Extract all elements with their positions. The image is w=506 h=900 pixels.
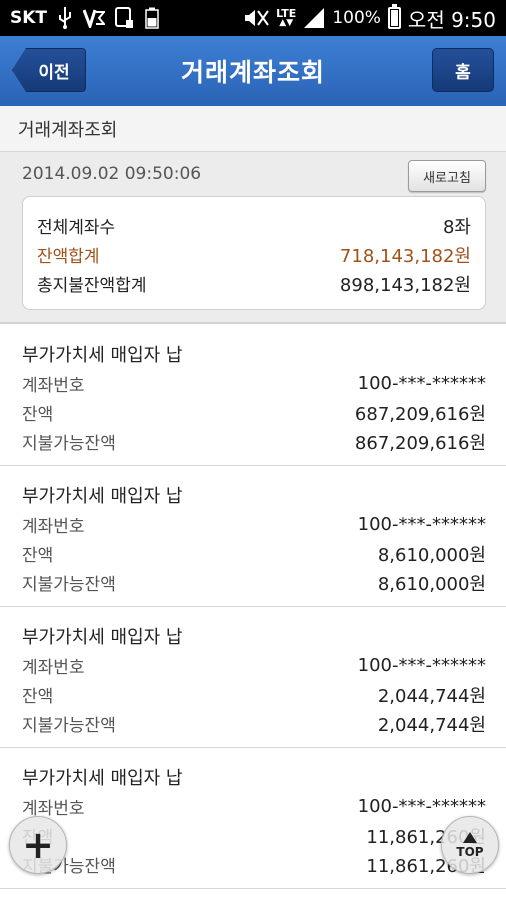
page-title: 거래계좌조회: [180, 58, 325, 87]
account-item[interactable]: 부가가치세 매입자 납 계좌번호100-***-****** 잔액11,861,…: [0, 748, 506, 889]
available-label: 지불가능잔액: [22, 434, 116, 454]
home-button[interactable]: 홈: [432, 48, 494, 92]
arrow-up-icon: [463, 831, 477, 843]
inquiry-datetime: 2014.09.02 09:50:06: [22, 164, 202, 184]
available-value: 2,044,744원: [377, 714, 486, 736]
battery-percent: 100%: [332, 8, 381, 28]
balance-label: 잔액: [22, 405, 54, 425]
mute-icon: [243, 7, 269, 29]
account-no-label: 계좌번호: [22, 517, 85, 537]
summary-value: 8좌: [442, 216, 471, 238]
refresh-button[interactable]: 새로고침: [408, 160, 486, 192]
back-button[interactable]: 이전: [12, 48, 86, 92]
summary-panel: 2014.09.02 09:50:06 새로고침 전체계좌수 8좌 잔액합계 7…: [0, 152, 506, 324]
summary-value: 718,143,182원: [339, 245, 471, 267]
battery-icon: [387, 4, 401, 29]
balance-value: 687,209,616원: [354, 403, 486, 425]
account-name: 부가가치세 매입자 납: [22, 345, 183, 366]
available-label: 지불가능잔액: [22, 716, 116, 736]
summary-label: 총지불잔액합계: [37, 276, 147, 296]
app-header: 이전 거래계좌조회 홈: [0, 36, 506, 106]
account-item[interactable]: 부가가치세 매입자 납 계좌번호 100-***-****** 잔액 687,209…: [0, 325, 506, 466]
account-no-label: 계좌번호: [22, 658, 85, 678]
v3-icon: [83, 8, 106, 28]
account-name: 부가가치세 매입자 납: [22, 486, 183, 507]
account-no: 100-***-******: [357, 796, 486, 817]
available-value: 867,209,616원: [354, 432, 486, 454]
lte-icon: LTE ▲▼: [276, 7, 297, 28]
summary-box: 전체계좌수 8좌 잔액합계 718,143,182원 총지불잔액합계 898,1…: [22, 196, 486, 310]
signal-icon: [303, 7, 325, 29]
top-label: TOP: [456, 844, 484, 859]
carrier-label: SKT: [10, 8, 48, 28]
account-no-label: 계좌번호: [22, 376, 85, 396]
summary-row-available-total: 총지불잔액합계 898,143,182원: [37, 269, 471, 298]
account-no: 100-***-******: [357, 373, 486, 394]
clock: 오전 9:50: [407, 7, 496, 32]
summary-row-balance-total: 잔액합계 718,143,182원: [37, 240, 471, 269]
account-no-label: 계좌번호: [22, 799, 85, 819]
section-title: 거래계좌조회: [0, 106, 506, 152]
account-name: 부가가치세 매입자 납: [22, 768, 183, 789]
account-no: 100-***-******: [357, 655, 486, 676]
account-no: 100-***-******: [357, 514, 486, 535]
balance-value: 2,044,744원: [377, 685, 486, 707]
available-value: 8,610,000원: [377, 573, 486, 595]
add-button[interactable]: +: [9, 816, 67, 874]
balance-value: 8,610,000원: [377, 544, 486, 566]
balance-label: 잔액: [22, 687, 54, 707]
account-name: 부가가치세 매입자 납: [22, 627, 183, 648]
summary-value: 898,143,182원: [339, 274, 471, 296]
usb-icon: [57, 7, 73, 29]
account-list: 부가가치세 매입자 납 계좌번호 100-***-****** 잔액 687,209…: [0, 325, 506, 889]
screen-icon: [115, 7, 135, 29]
scroll-top-button[interactable]: TOP: [441, 816, 499, 874]
battery-small-icon: [145, 7, 159, 29]
balance-label: 잔액: [22, 546, 54, 566]
account-item[interactable]: 부가가치세 매입자 납 계좌번호 100-***-****** 잔액 8,610,0…: [0, 466, 506, 607]
plus-icon: +: [22, 823, 54, 867]
summary-row-account-count: 전체계좌수 8좌: [37, 211, 471, 240]
available-label: 지불가능잔액: [22, 575, 116, 595]
summary-label: 잔액합계: [37, 247, 100, 267]
summary-label: 전체계좌수: [37, 218, 116, 238]
account-item[interactable]: 부가가치세 매입자 납 계좌번호 100-***-****** 잔액 2,044,7…: [0, 607, 506, 748]
status-bar: SKT LTE ▲▼ 100% 오전 9:50: [0, 0, 506, 36]
